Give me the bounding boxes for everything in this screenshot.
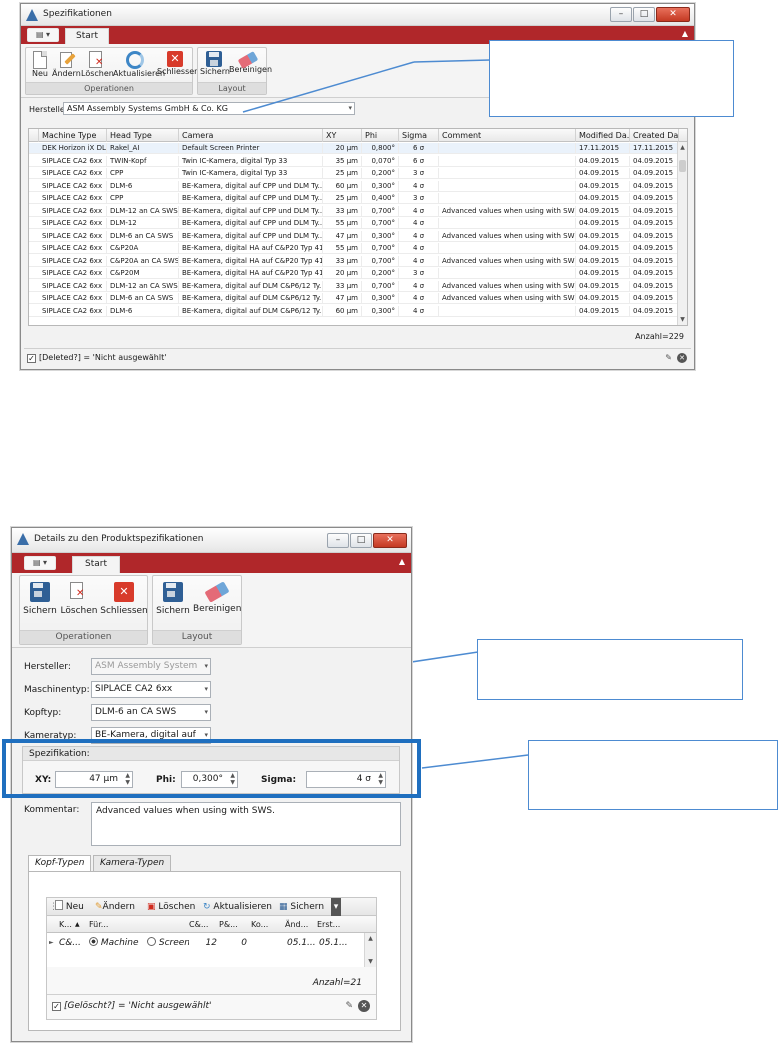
delete-icon: ▣	[147, 902, 156, 912]
chevron-down-icon: ▾	[204, 708, 208, 716]
radio-empty-icon	[147, 937, 156, 946]
new-icon	[55, 900, 63, 910]
kommentar-label: Kommentar:	[24, 805, 80, 815]
close-icon: ✕	[114, 582, 134, 602]
group-label-operationen: Operationen	[20, 630, 147, 644]
save-icon: ▦	[279, 902, 288, 912]
maschinentyp-select[interactable]: SIPLACE CA2 6xx ▾	[91, 681, 211, 698]
save-icon	[163, 582, 183, 602]
filter-bar: ✓ [Gelöscht?] = 'Nicht ausgewählt' ✎ ✕	[52, 998, 371, 1014]
cell-erst: 05.1...	[319, 938, 348, 948]
radio-screen[interactable]: Screen I	[147, 934, 189, 952]
sub-delete-button[interactable]: ▣ Löschen	[147, 898, 195, 916]
quick-access-menu-icon[interactable]: ▤ ▾	[24, 556, 56, 570]
highlight-box	[2, 739, 421, 798]
col-header[interactable]: K...	[59, 917, 72, 933]
maschinentyp-label: Maschinentyp:	[24, 685, 90, 695]
close-window-button[interactable]: ✕	[373, 533, 407, 548]
sub-grid-header: K... ▲ Für... C&... P&... Ko... Änd... E…	[47, 917, 376, 933]
tab-kamera-typen[interactable]: Kamera-Typen	[93, 855, 172, 871]
col-header[interactable]: Für...	[89, 917, 108, 933]
sub-save-button[interactable]: ▦ Sichern	[279, 898, 324, 916]
hersteller-select[interactable]: ASM Assembly System ▾	[91, 658, 211, 675]
sub-grid-container: ⋮ Neu ✎Ändern ▣ Löschen ↻ Aktualisieren …	[46, 897, 377, 1020]
ribbon-tab-bar: ▤ ▾ Start ▲	[12, 553, 411, 573]
cell-p: 0	[241, 938, 247, 948]
record-count: Anzahl=21	[312, 978, 362, 988]
group-operationen: Sichern Löschen ✕ Schliessen Operationen	[19, 575, 148, 645]
scroll-up-icon[interactable]: ▲	[365, 935, 376, 942]
sub-tabs: Kopf-Typen Kamera-Typen	[28, 855, 328, 872]
hersteller-label: Hersteller:	[24, 662, 71, 672]
maximize-button[interactable]: □	[350, 533, 372, 548]
group-layout: Sichern Bereinigen Layout	[152, 575, 242, 645]
minimize-button[interactable]: –	[327, 533, 349, 548]
sub-tab-panel: ⋮ Neu ✎Ändern ▣ Löschen ↻ Aktualisieren …	[28, 871, 401, 1031]
tab-start[interactable]: Start	[72, 556, 120, 573]
sub-new-button[interactable]: Neu	[55, 898, 84, 916]
reset-layout-button[interactable]: Bereinigen	[193, 581, 241, 614]
sub-refresh-button[interactable]: ↻ Aktualisieren	[203, 898, 272, 916]
edit-icon: ✎	[95, 902, 103, 912]
chevron-down-icon: ▾	[204, 685, 208, 693]
col-header[interactable]: C&...	[189, 917, 208, 933]
col-header[interactable]: Änd...	[285, 917, 308, 933]
col-header[interactable]: Ko...	[251, 917, 268, 933]
vertical-scrollbar[interactable]: ▲ ▼	[364, 933, 376, 967]
chevron-down-icon: ▾	[204, 662, 208, 670]
callout-box	[489, 40, 734, 117]
cell-k: C&...	[59, 938, 81, 948]
callout-box	[528, 740, 778, 810]
title-bar: Details zu den Produktspezifikationen – …	[12, 528, 411, 553]
tab-kopf-typen[interactable]: Kopf-Typen	[28, 855, 92, 872]
table-row[interactable]: ► C&... Machine Screen I 12 0 05.1... 05…	[47, 934, 364, 952]
radio-selected-icon	[89, 937, 98, 946]
save-layout-button[interactable]: Sichern	[154, 582, 192, 616]
close-button[interactable]: ✕ Schliessen	[100, 582, 148, 616]
group-label-layout: Layout	[153, 630, 241, 644]
sub-edit-button[interactable]: ✎Ändern	[95, 898, 135, 916]
kommentar-textarea[interactable]: Advanced values when using with SWS.	[91, 802, 401, 846]
eraser-icon	[204, 581, 230, 603]
radio-machine[interactable]: Machine	[89, 934, 139, 952]
save-icon	[30, 582, 50, 602]
cell-c: 12	[205, 938, 217, 948]
delete-button[interactable]: Löschen	[60, 582, 98, 616]
sort-ascending-icon: ▲	[75, 921, 80, 928]
callout-box	[477, 639, 743, 700]
ribbon: Sichern Löschen ✕ Schliessen Operationen…	[12, 573, 411, 648]
cell-aend: 05.1...	[287, 938, 316, 948]
kopftyp-label: Kopftyp:	[24, 708, 62, 718]
toolbar-overflow-icon[interactable]: ▾	[331, 898, 341, 916]
sub-toolbar: ⋮ Neu ✎Ändern ▣ Löschen ↻ Aktualisieren …	[47, 898, 376, 916]
col-header[interactable]: P&...	[219, 917, 238, 933]
delete-icon	[69, 582, 89, 604]
app-icon	[17, 533, 29, 545]
scroll-down-icon[interactable]: ▼	[365, 958, 376, 965]
filter-checkbox[interactable]: ✓	[52, 1002, 61, 1011]
refresh-icon: ↻	[203, 902, 211, 912]
row-indicator-icon: ►	[49, 939, 54, 946]
sub-grid: K... ▲ Für... C&... P&... Ko... Änd... E…	[47, 917, 376, 967]
edit-filter-icon[interactable]: ✎	[345, 998, 353, 1014]
filter-separator	[47, 994, 376, 995]
kopftyp-select[interactable]: DLM-6 an CA SWS ▾	[91, 704, 211, 721]
collapse-ribbon-icon[interactable]: ▲	[399, 557, 405, 566]
save-button[interactable]: Sichern	[21, 582, 59, 616]
clear-filter-icon[interactable]: ✕	[358, 1000, 370, 1012]
window-title: Details zu den Produktspezifikationen	[34, 534, 204, 544]
col-header[interactable]: Erst...	[317, 917, 340, 933]
